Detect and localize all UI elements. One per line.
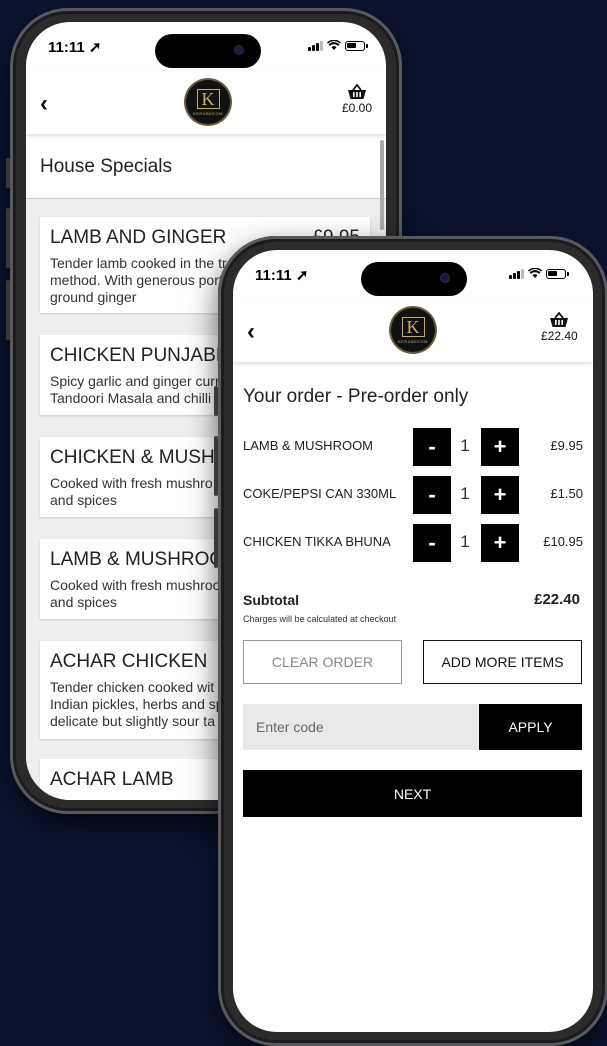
signal-icon [308,40,323,51]
section-title: House Specials [40,156,173,177]
back-chevron-icon[interactable]: ‹ [40,90,48,118]
restaurant-logo: K KERABEEGM [391,308,435,352]
dynamic-island [361,262,467,296]
order-item-name: LAMB & MUSHROOM [243,438,374,453]
quantity-value: 1 [460,484,470,503]
basket-button[interactable]: £0.00 [342,84,372,115]
increase-qty-button[interactable]: + [481,428,519,466]
restaurant-logo: K KERABEEGM [186,80,230,124]
side-button [6,208,10,268]
decrease-qty-button[interactable]: - [413,428,451,466]
order-item-price: £9.95 [550,438,583,453]
menu-item-desc: Tender chicken cooked wit Indian pickles… [50,679,224,729]
battery-icon [546,268,569,279]
menu-item-desc: Spicy garlic and ginger curr Tandoori Ma… [50,373,220,406]
front-screen: 11:11 ➚ ‹ K KERABEEGM £22.40 Your order … [233,250,593,1032]
menu-item-name: CHICKEN PUNJABI [50,345,222,366]
clear-order-button[interactable]: CLEAR ORDER [243,640,402,684]
basket-icon [348,84,367,99]
order-row: CHICKEN TIKKA BHUNA - 1 + £10.95 [243,522,583,562]
charges-note: Charges will be calculated at checkout [243,614,397,624]
logo-letter: K [196,88,220,109]
scrollbar[interactable] [380,140,384,230]
logo-word: KERABEEGM [398,338,428,344]
decrease-qty-button[interactable]: - [413,476,451,514]
front-phone: 11:11 ➚ ‹ K KERABEEGM £22.40 Your order … [214,236,607,1046]
menu-item-name: ACHAR CHICKEN [50,651,208,672]
increase-qty-button[interactable]: + [481,476,519,514]
app-header: ‹ K KERABEEGM £22.40 [233,300,593,362]
signal-icon [509,268,524,279]
subtotal-label: Subtotal [243,592,299,608]
menu-item-name: LAMB AND GINGER [50,227,227,248]
dynamic-island [155,34,261,68]
menu-item-name: ACHAR LAMB [50,769,174,790]
apply-code-button[interactable]: APPLY [479,704,582,750]
menu-item-desc: Cooked with fresh mushro and spices [50,475,213,508]
order-item-price: £10.95 [543,534,583,549]
side-button [214,386,218,416]
quantity-value: 1 [460,436,470,455]
wifi-icon [327,40,341,50]
increase-qty-button[interactable]: + [481,524,519,562]
status-time: 11:11 ➚ [48,39,102,56]
order-item-name: CHICKEN TIKKA BHUNA [243,534,391,549]
order-row: LAMB & MUSHROOM - 1 + £9.95 [243,426,583,466]
side-button [214,436,218,496]
subtotal-value: £22.40 [534,591,580,608]
order-title: Your order - Pre-order only [243,386,469,407]
order-item-name: COKE/PEPSI CAN 330ML [243,486,397,501]
side-button [6,158,10,188]
basket-total: £0.00 [342,101,373,115]
quantity-value: 1 [460,532,470,551]
decrease-qty-button[interactable]: - [413,524,451,562]
logo-word: KERABEEGM [193,110,223,116]
promo-code-input[interactable] [243,704,479,750]
order-item-price: £1.50 [550,486,583,501]
basket-icon [550,312,569,327]
location-arrow-icon: ➚ [295,267,309,284]
side-button [6,280,10,340]
location-arrow-icon: ➚ [88,39,102,56]
basket-total: £22.40 [541,329,578,343]
side-button [214,508,218,568]
status-icons [509,268,569,279]
basket-button[interactable]: £22.40 [541,312,578,343]
next-button[interactable]: NEXT [243,770,582,817]
add-more-items-button[interactable]: ADD MORE ITEMS [423,640,582,684]
back-chevron-icon[interactable]: ‹ [247,318,255,346]
menu-item-name: CHICKEN & MUSHR [50,447,229,468]
logo-letter: K [401,316,425,337]
menu-item-name: LAMB & MUSHROO [50,549,225,570]
battery-icon [345,40,368,51]
wifi-icon [528,268,542,278]
app-header: ‹ K KERABEEGM £0.00 [26,72,386,134]
status-icons [308,40,368,51]
order-row: COKE/PEPSI CAN 330ML - 1 + £1.50 [243,474,583,514]
status-time: 11:11 ➚ [255,267,309,284]
menu-item-desc: Cooked with fresh mushroo and spices [50,577,221,610]
